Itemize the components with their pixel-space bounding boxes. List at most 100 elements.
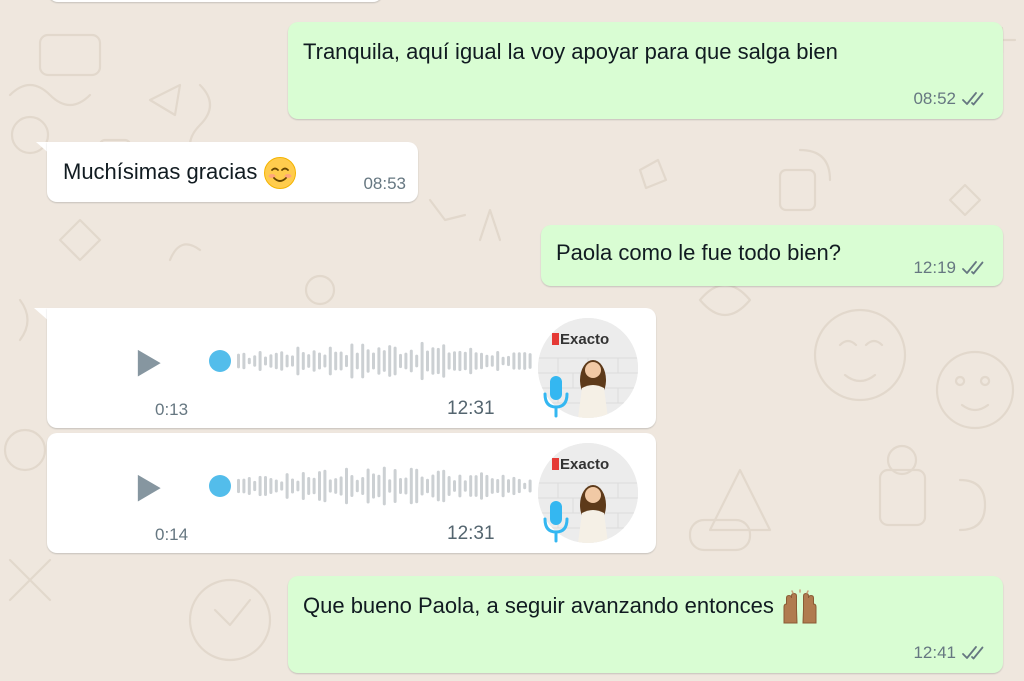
waveform-bar: [382, 350, 386, 372]
play-icon[interactable]: [137, 472, 167, 506]
waveform-bar: [291, 478, 294, 494]
microphone-icon: [543, 501, 569, 543]
waveform-bar: [393, 468, 397, 504]
waveform-bar: [458, 350, 462, 372]
voice-duration: 0:14: [155, 525, 189, 544]
waveform-bar: [420, 476, 424, 496]
waveform-bar: [512, 476, 516, 496]
waveform-bar: [280, 481, 284, 491]
message-time: 08:53: [363, 174, 406, 193]
waveform-bar: [334, 478, 338, 494]
message-time: 12:19: [913, 258, 956, 277]
message-outgoing[interactable]: Paola como le fue todo bien? 12:19: [541, 225, 1003, 286]
waveform-bar: [490, 478, 494, 494]
waveform-bar: [426, 350, 429, 372]
waveform-bar: [372, 473, 375, 499]
double-check-icon: [962, 646, 984, 660]
waveform-bar: [501, 356, 505, 366]
microphone-icon: [543, 376, 569, 418]
waveform-bar: [404, 477, 408, 495]
waveform-bar: [469, 347, 473, 375]
message-text: Tranquila, aquí igual la voy apoyar para…: [303, 39, 838, 64]
voice-message[interactable]: 0:13 12:31 Exacto: [47, 308, 656, 428]
playback-position-handle[interactable]: [209, 475, 231, 497]
waveform-bar: [485, 474, 489, 498]
waveform-bar: [280, 351, 284, 371]
previous-incoming-message: [48, 0, 383, 2]
play-icon[interactable]: [137, 347, 167, 381]
waveform-bar: [415, 354, 419, 368]
waveform-bar: [453, 351, 456, 371]
message-outgoing[interactable]: Que bueno Paola, a seguir avanzando ento…: [288, 576, 1003, 673]
waveform-bar: [528, 479, 532, 493]
waveform-bar: [296, 346, 300, 376]
waveform-bar: [409, 467, 413, 505]
voice-duration: 0:13: [155, 400, 189, 419]
message-text: Que bueno Paola, a seguir avanzando ento…: [303, 589, 820, 625]
waveform-bar: [269, 354, 273, 368]
waveform-bar: [301, 352, 305, 370]
waveform-bar: [312, 477, 316, 495]
waveform-bar: [339, 351, 343, 371]
waveform-bar: [409, 349, 413, 373]
message-time: 08:52: [913, 89, 956, 108]
waveform-bar: [496, 479, 500, 493]
waveform-bar: [377, 474, 381, 498]
waveform-bar: [312, 350, 316, 372]
waveform-bar: [447, 352, 451, 370]
waveform-bar: [242, 478, 246, 494]
waveform-bar: [253, 480, 257, 492]
waveform-bar: [361, 476, 365, 496]
waveform-bar: [480, 472, 483, 500]
waveform-bar: [323, 354, 327, 368]
waveform-bar: [355, 352, 359, 370]
waveform-bar: [388, 345, 392, 377]
voice-waveform[interactable]: [207, 461, 537, 511]
double-check-icon: [962, 92, 984, 106]
waveform-bar: [377, 347, 381, 375]
message-time: 12:31: [447, 523, 495, 544]
waveform-bar: [496, 351, 500, 371]
message-incoming[interactable]: Muchísimas gracias 08:53: [47, 142, 418, 202]
waveform-bar: [301, 471, 305, 501]
waveform-bar: [350, 475, 354, 497]
voice-waveform[interactable]: [207, 336, 537, 386]
waveform-bar: [258, 475, 262, 497]
waveform-bar: [399, 477, 402, 495]
waveform-bar: [361, 343, 365, 379]
waveform-bar: [469, 475, 473, 497]
waveform-bar: [307, 477, 311, 495]
playback-position-handle[interactable]: [209, 350, 231, 372]
waveform-bar: [507, 479, 510, 493]
voice-message[interactable]: 0:14 12:31 Exacto: [47, 433, 656, 553]
waveform-bar: [350, 343, 354, 379]
waveform-bar: [517, 478, 521, 494]
message-meta: 12:41: [913, 643, 989, 663]
waveform-bar: [237, 478, 240, 494]
waveform-bar: [285, 354, 289, 368]
waveform-bar: [426, 478, 429, 494]
message-meta: 12:19: [913, 258, 989, 278]
waveform-bar: [512, 352, 516, 370]
waveform-bar: [247, 357, 251, 365]
waveform-bar: [436, 470, 440, 502]
waveform-bar: [463, 351, 467, 371]
avatar-brand-text: Exacto: [560, 331, 609, 348]
double-check-icon: [962, 261, 984, 275]
waveform-bar: [318, 471, 321, 501]
waveform-bar: [501, 474, 505, 498]
waveform-bar: [490, 355, 494, 367]
waveform-bar: [442, 469, 446, 503]
waveform-bar: [242, 352, 246, 370]
waveform-bar: [366, 468, 370, 504]
waveform-bar: [447, 475, 451, 497]
waveform-bar: [274, 479, 278, 493]
waveform-bar: [334, 351, 338, 371]
waveform-bar: [339, 476, 343, 496]
waveform-bar: [237, 353, 240, 369]
waveform-bar: [453, 480, 456, 492]
message-outgoing[interactable]: Tranquila, aquí igual la voy apoyar para…: [288, 22, 1003, 119]
waveform-bar: [480, 352, 483, 370]
waveform-bar: [345, 354, 348, 368]
waveform-bar: [404, 352, 408, 370]
